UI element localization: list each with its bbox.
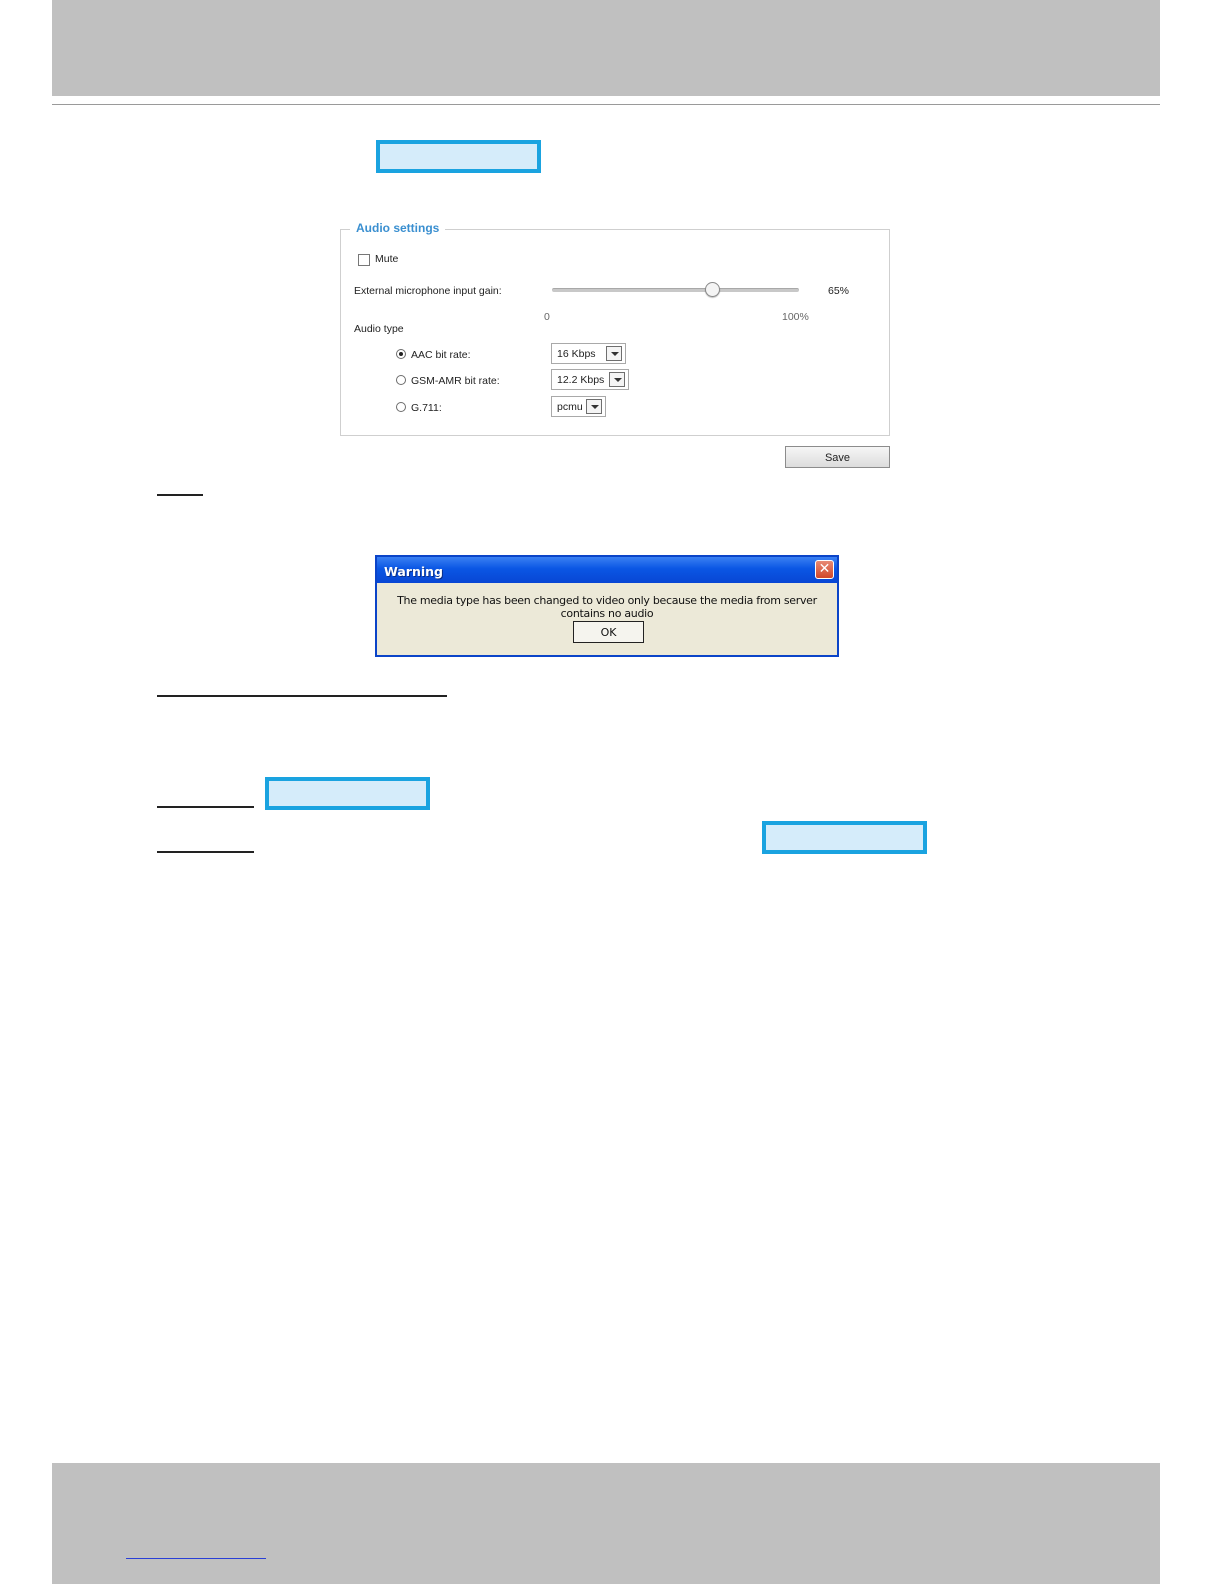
save-button[interactable]: Save <box>785 446 890 468</box>
highlight-box-middle <box>265 777 430 810</box>
ok-button[interactable]: OK <box>573 621 644 643</box>
footer-link-underline[interactable] <box>126 1558 266 1559</box>
dialog-title: Warning <box>384 564 443 579</box>
audio-type-label: Audio type <box>354 323 404 335</box>
highlight-box-right <box>762 821 927 854</box>
chevron-down-icon[interactable] <box>609 372 625 387</box>
g711-mode-select[interactable]: pcmu <box>551 396 606 417</box>
gsm-amr-label: GSM-AMR bit rate: <box>411 375 500 387</box>
g711-label: G.711: <box>411 402 442 414</box>
highlight-box-top <box>376 140 541 173</box>
mute-label: Mute <box>375 253 399 265</box>
close-icon[interactable]: ✕ <box>815 560 834 579</box>
page-footer-band <box>52 1463 1160 1584</box>
gain-scale-max: 100% <box>782 311 809 323</box>
aac-bitrate-value: 16 Kbps <box>557 348 596 360</box>
chevron-down-icon[interactable] <box>606 346 622 361</box>
warning-dialog: Warning ✕ The media type has been change… <box>375 555 839 657</box>
underline-rule <box>157 806 254 808</box>
gain-slider-thumb[interactable] <box>705 282 721 297</box>
g711-mode-value: pcmu <box>557 401 583 413</box>
dialog-message: The media type has been changed to video… <box>397 594 817 620</box>
underline-rule <box>157 695 447 697</box>
gsm-amr-radio[interactable] <box>396 375 406 385</box>
chevron-down-icon[interactable] <box>586 399 602 414</box>
header-divider <box>52 104 1160 105</box>
gsm-amr-bitrate-value: 12.2 Kbps <box>557 374 605 386</box>
aac-label: AAC bit rate: <box>411 349 471 361</box>
gain-value: 65% <box>828 285 850 297</box>
aac-radio[interactable] <box>396 349 406 359</box>
gain-scale-min: 0 <box>544 311 550 323</box>
audio-settings-legend: Audio settings <box>350 221 446 235</box>
page-header-band <box>52 0 1160 96</box>
gain-slider-track[interactable] <box>552 288 799 292</box>
g711-radio[interactable] <box>396 402 406 412</box>
mute-checkbox[interactable] <box>358 254 370 266</box>
gsm-amr-bitrate-select[interactable]: 12.2 Kbps <box>551 369 629 390</box>
underline-rule <box>157 851 254 853</box>
aac-bitrate-select[interactable]: 16 Kbps <box>551 343 626 364</box>
gain-label: External microphone input gain: <box>354 285 502 297</box>
underline-rule <box>157 494 203 496</box>
dialog-titlebar[interactable]: Warning ✕ <box>377 557 837 583</box>
